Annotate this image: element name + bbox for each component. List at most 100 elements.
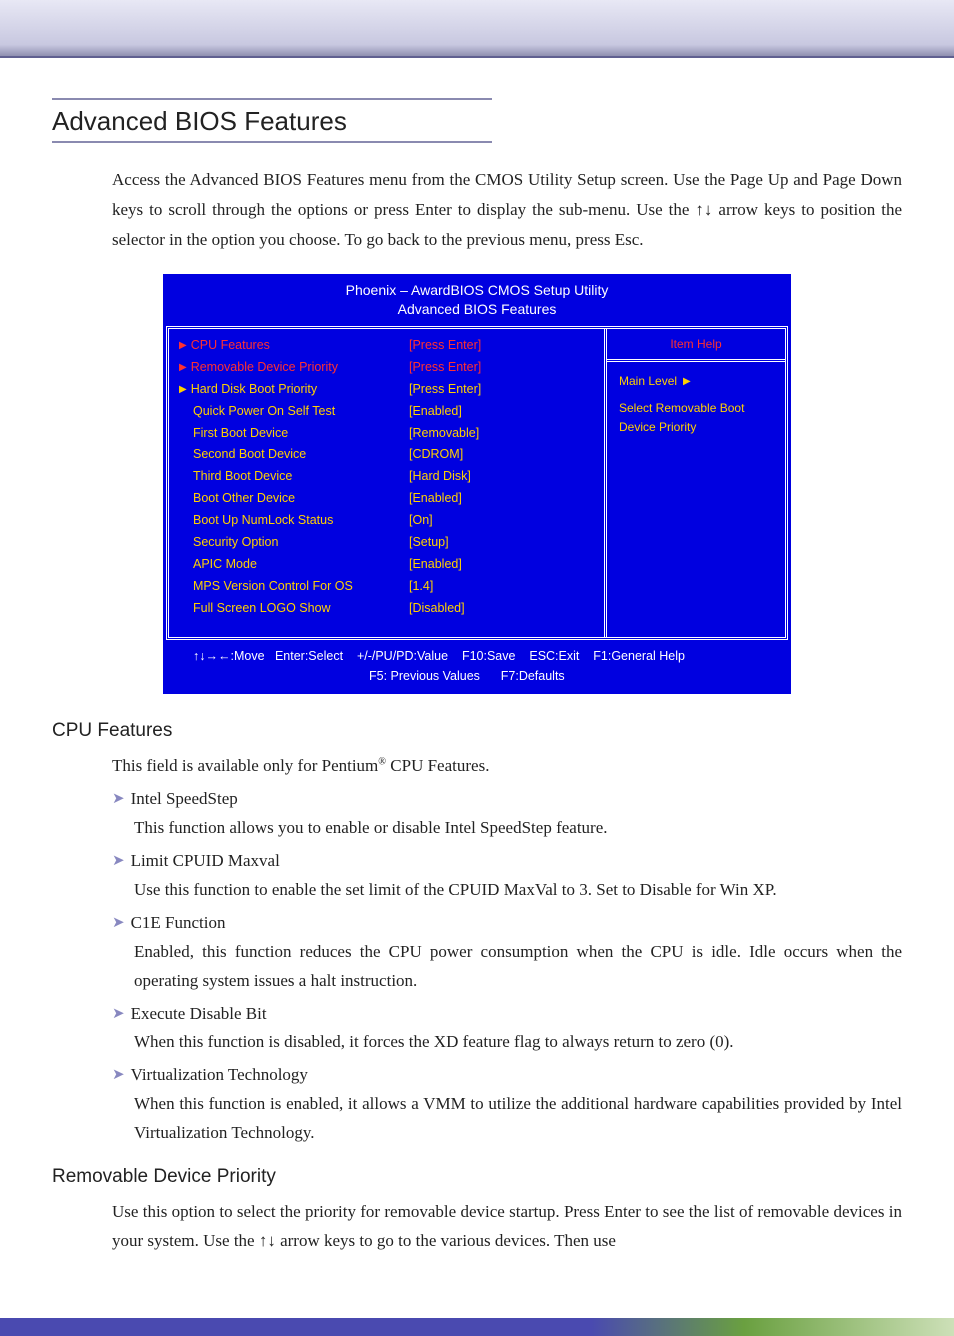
bullet-label: Execute Disable Bit	[131, 1000, 267, 1029]
bios-help-title: Item Help	[607, 329, 785, 362]
bullet-item: ➤Virtualization Technology	[112, 1061, 902, 1090]
bios-row-value: [Press Enter]	[409, 357, 604, 379]
bullet-item: ➤Intel SpeedStep	[112, 785, 902, 814]
page-header-bar	[0, 0, 954, 58]
bios-help-desc: Select Removable Boot Device Priority	[619, 399, 773, 437]
bullet-label: Virtualization Technology	[131, 1061, 308, 1090]
chevron-right-icon: ➤	[112, 1063, 125, 1090]
bios-row-label-text: CPU Features	[191, 335, 270, 357]
bios-footer-line2: F5: Previous Values F7:Defaults	[369, 666, 781, 686]
section-title: Advanced BIOS Features	[52, 106, 492, 143]
bios-left-panel: ▶CPU Features[Press Enter]▶Removable Dev…	[169, 329, 607, 637]
triangle-right-icon: ▶	[683, 374, 691, 390]
bios-row-label: Security Option	[179, 532, 409, 554]
bios-row-label: MPS Version Control For OS	[179, 576, 409, 598]
chevron-right-icon: ➤	[112, 911, 125, 938]
bios-row[interactable]: ▶Hard Disk Boot Priority[Press Enter]	[179, 379, 604, 401]
bios-help-panel: Item Help Main Level ▶ Select Removable …	[607, 329, 785, 637]
bios-row[interactable]: Boot Other Device[Enabled]	[179, 488, 604, 510]
bios-row[interactable]: ▶Removable Device Priority[Press Enter]	[179, 357, 604, 379]
bios-row-value: [Setup]	[409, 532, 604, 554]
bios-row-label-text: Security Option	[193, 532, 278, 554]
chevron-right-icon: ➤	[112, 1002, 125, 1029]
bios-row-value: [On]	[409, 510, 604, 532]
bios-row-value: [Enabled]	[409, 488, 604, 510]
intro-paragraph: Access the Advanced BIOS Features menu f…	[112, 165, 902, 254]
bios-footer-line1: ↑↓→←:Move Enter:Select +/-/PU/PD:Value F…	[193, 646, 781, 666]
cpu-intro-post: CPU Features.	[386, 756, 489, 775]
bios-row[interactable]: First Boot Device [Removable]	[179, 423, 604, 445]
bios-row-label-text: APIC Mode	[193, 554, 257, 576]
bios-row-label-text: Full Screen LOGO Show	[193, 598, 331, 620]
bios-row-label-text: Boot Up NumLock Status	[193, 510, 333, 532]
bios-help-main-level: Main Level ▶	[619, 372, 773, 391]
bios-row-value: [Enabled]	[409, 554, 604, 576]
bios-row-label: Boot Other Device	[179, 488, 409, 510]
bios-row-label: Boot Up NumLock Status	[179, 510, 409, 532]
bios-row-label: Second Boot Device	[179, 444, 409, 466]
bios-row-label-text: Third Boot Device	[193, 466, 292, 488]
bios-row-value: [CDROM]	[409, 444, 604, 466]
bios-body: ▶CPU Features[Press Enter]▶Removable Dev…	[166, 326, 788, 640]
bios-row-label-text: Quick Power On Self Test	[193, 401, 335, 423]
triangle-right-icon: ▶	[179, 359, 187, 377]
cpu-items-list: ➤Intel SpeedStepThis function allows you…	[52, 785, 902, 1148]
bios-row-value: [Disabled]	[409, 598, 604, 620]
registered-icon: ®	[378, 757, 386, 768]
cpu-features-intro: This field is available only for Pentium…	[112, 752, 902, 781]
bios-row[interactable]: APIC Mode [Enabled]	[179, 554, 604, 576]
triangle-right-icon: ▶	[179, 381, 187, 399]
bios-title-line2: Advanced BIOS Features	[398, 301, 557, 317]
bullet-description: When this function is enabled, it allows…	[134, 1090, 902, 1148]
bios-row[interactable]: ▶CPU Features[Press Enter]	[179, 335, 604, 357]
bios-row-label: ▶Removable Device Priority	[179, 357, 409, 379]
bios-row-value: [1.4]	[409, 576, 604, 598]
bios-title-line1: Phoenix – AwardBIOS CMOS Setup Utility	[346, 282, 609, 298]
chevron-right-icon: ➤	[112, 787, 125, 814]
bios-row-value: [Removable]	[409, 423, 604, 445]
page-content: Advanced BIOS Features Access the Advanc…	[0, 58, 954, 1256]
bios-row-label-text: First Boot Device	[193, 423, 288, 445]
bios-screen: Phoenix – AwardBIOS CMOS Setup Utility A…	[161, 272, 793, 696]
bullet-description: This function allows you to enable or di…	[134, 814, 902, 843]
bullet-description: Use this function to enable the set limi…	[134, 876, 902, 905]
bios-row-label: ▶CPU Features	[179, 335, 409, 357]
bios-row[interactable]: Full Screen LOGO Show [Disabled]	[179, 598, 604, 620]
bios-row-value: [Enabled]	[409, 401, 604, 423]
bullet-description: Enabled, this function reduces the CPU p…	[134, 938, 902, 996]
bios-help-main-label: Main Level	[619, 372, 677, 391]
cpu-intro-pre: This field is available only for Pentium	[112, 756, 378, 775]
bios-row-label: First Boot Device	[179, 423, 409, 445]
bios-row-label: Quick Power On Self Test	[179, 401, 409, 423]
bios-row-value: [Press Enter]	[409, 379, 604, 401]
bios-row-label-text: Removable Device Priority	[191, 357, 338, 379]
removable-heading: Removable Device Priority	[52, 1166, 902, 1188]
bios-row-label-text: MPS Version Control For OS	[193, 576, 353, 598]
bullet-item: ➤Limit CPUID Maxval	[112, 847, 902, 876]
bios-row[interactable]: Security Option [Setup]	[179, 532, 604, 554]
page-footer-bar	[0, 1318, 954, 1336]
chevron-right-icon: ➤	[112, 849, 125, 876]
bios-row-label: APIC Mode	[179, 554, 409, 576]
bios-row-label-text: Second Boot Device	[193, 444, 306, 466]
bios-row-value: [Hard Disk]	[409, 466, 604, 488]
bios-row-label: ▶Hard Disk Boot Priority	[179, 379, 409, 401]
bios-row[interactable]: MPS Version Control For OS [1.4]	[179, 576, 604, 598]
triangle-right-icon: ▶	[179, 337, 187, 355]
bullet-item: ➤Execute Disable Bit	[112, 1000, 902, 1029]
bios-row-label: Full Screen LOGO Show	[179, 598, 409, 620]
bios-row-label-text: Hard Disk Boot Priority	[191, 379, 317, 401]
bios-row[interactable]: Third Boot Device [Hard Disk]	[179, 466, 604, 488]
bios-row[interactable]: Quick Power On Self Test [Enabled]	[179, 401, 604, 423]
bios-row[interactable]: Boot Up NumLock Status [On]	[179, 510, 604, 532]
bullet-item: ➤C1E Function	[112, 909, 902, 938]
bios-title: Phoenix – AwardBIOS CMOS Setup Utility A…	[163, 274, 791, 326]
bullet-label: Intel SpeedStep	[131, 785, 238, 814]
bios-row[interactable]: Second Boot Device [CDROM]	[179, 444, 604, 466]
bios-row-label: Third Boot Device	[179, 466, 409, 488]
removable-desc: Use this option to select the priority f…	[112, 1198, 902, 1256]
cpu-features-heading: CPU Features	[52, 720, 902, 742]
section-rule-icon	[52, 98, 492, 100]
bios-footer: ↑↓→←:Move Enter:Select +/-/PU/PD:Value F…	[163, 640, 791, 694]
bios-help-body: Main Level ▶ Select Removable Boot Devic…	[607, 362, 785, 448]
